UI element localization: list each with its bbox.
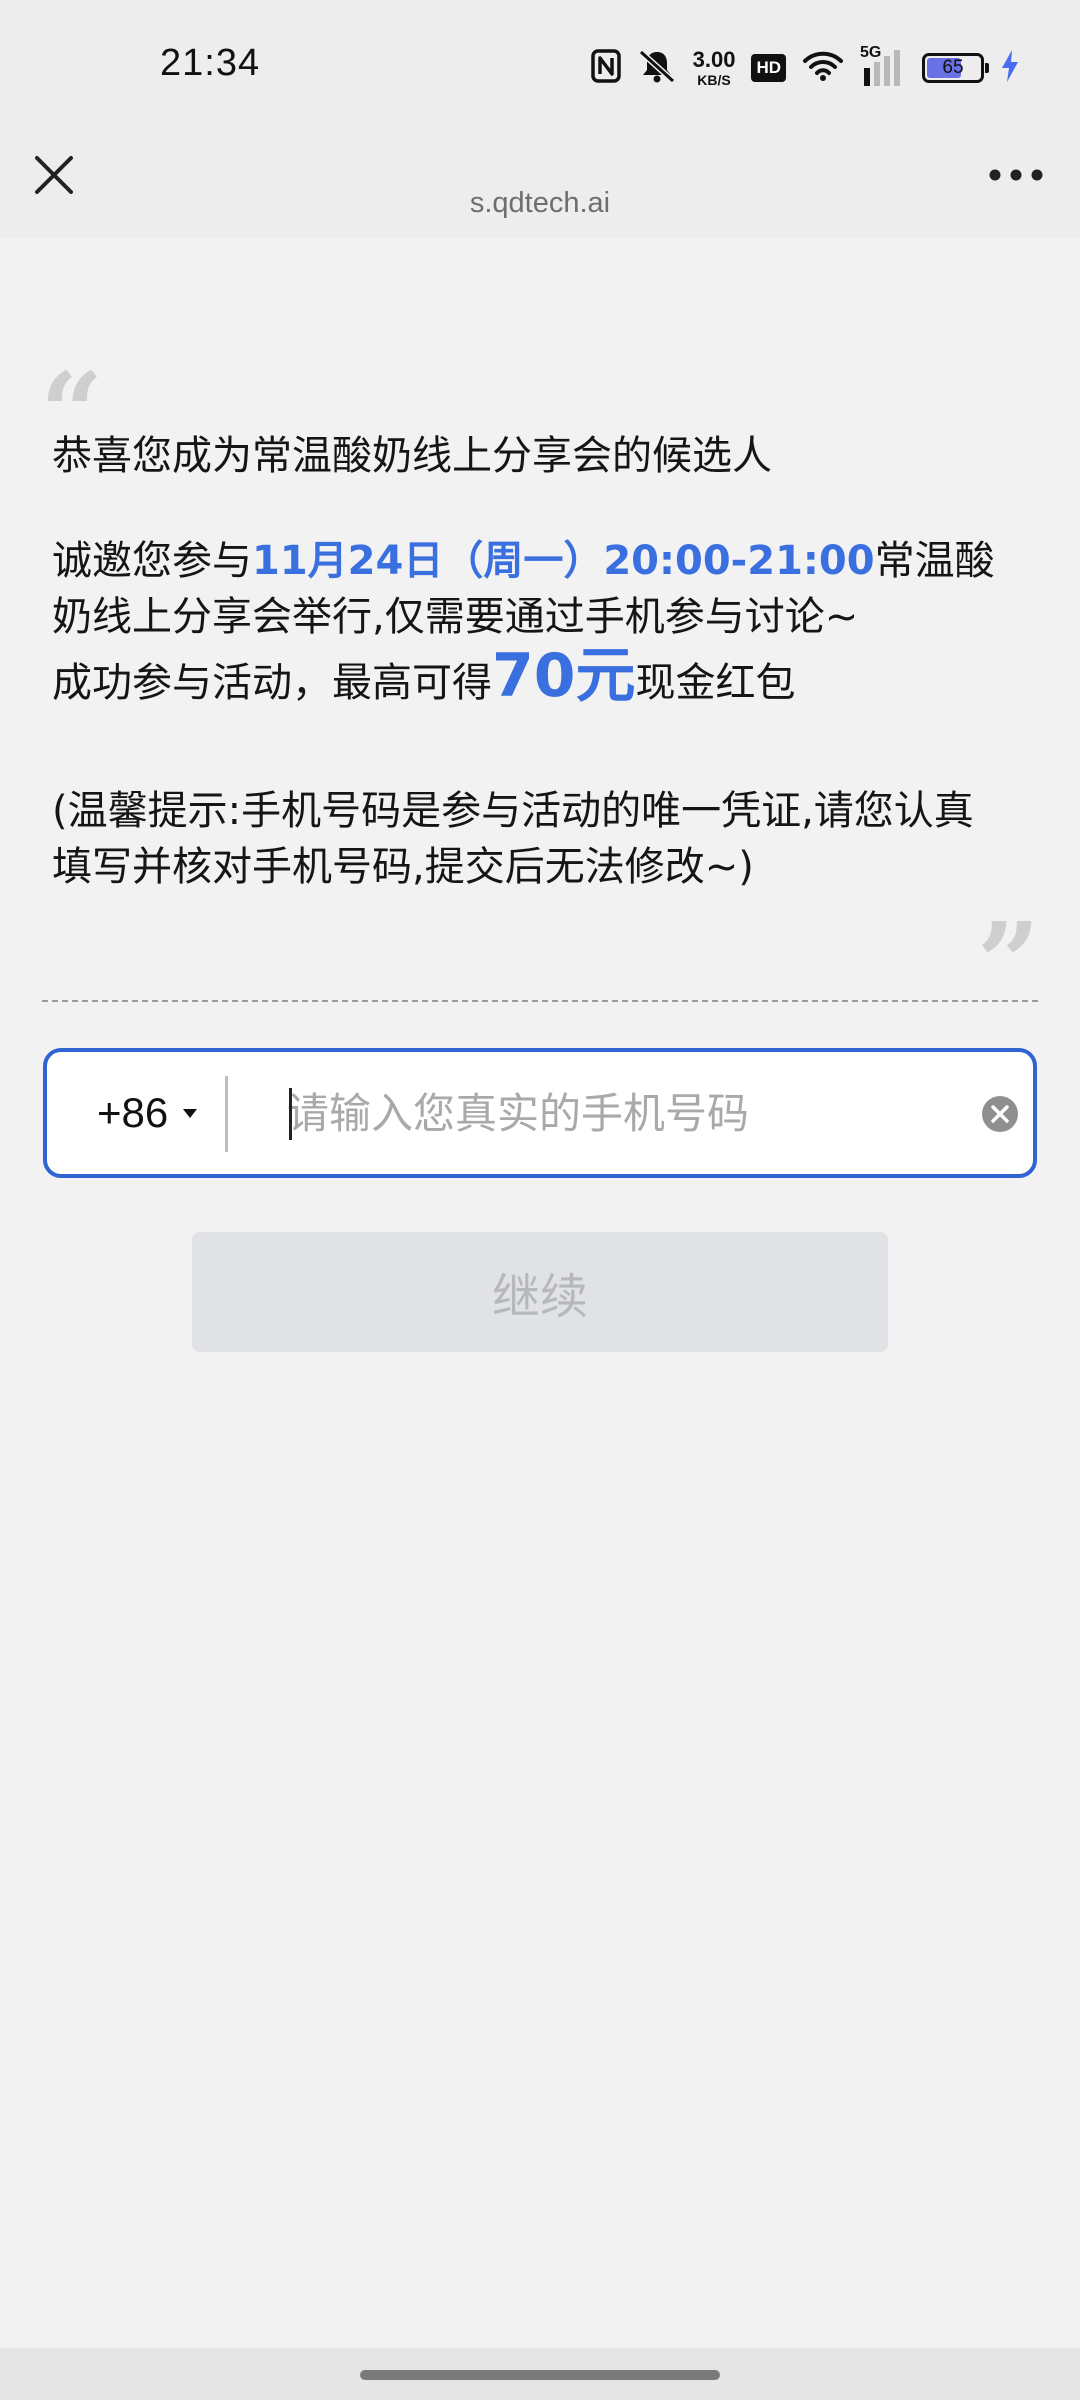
caret-down-icon [183,1109,198,1118]
text-cursor [289,1088,292,1140]
title-bar: s.qdtech.ai [0,135,1080,238]
home-indicator[interactable] [360,2370,720,2380]
message-reward: 成功参与活动，最高可得70元现金红包 [52,646,1012,711]
more-button[interactable] [986,155,1046,195]
country-code-value: +86 [97,1089,169,1136]
message-invitation: 诚邀您参与11月24日（周一）20:00-21:00常温酸奶线上分享会举行,仅需… [52,533,1012,645]
network-speed-value: 3.00 [692,47,736,72]
continue-button[interactable]: 继续 [192,1232,888,1352]
status-bar: 21:34 3.00 KB/S HD 5G 65 [0,0,1080,135]
nfc-icon [590,49,621,87]
event-datetime: 11月24日（周一）20:00-21:00 [252,538,875,584]
reward-amount: 70元 [492,641,636,711]
page-content: “ 恭喜您成为常温酸奶线上分享会的候选人 诚邀您参与11月24日（周一）20:0… [0,238,1080,2348]
message-tip: (温馨提示:手机号码是参与活动的唯一凭证,请您认真填写并核对手机号码,提交后无法… [52,788,974,890]
more-icon [989,169,1043,181]
page-url: s.qdtech.ai [469,187,611,219]
status-icons: 3.00 KB/S HD 5G 65 [590,42,1020,94]
network-speed-unit: KB/S [697,72,731,88]
country-code-select[interactable]: +86 [97,1052,198,1174]
dashed-divider [42,1000,1038,1002]
clear-icon [982,1096,1018,1132]
navigation-bar [0,2348,1080,2400]
status-time: 21:34 [160,42,261,84]
reward-prefix: 成功参与活动，最高可得 [52,660,492,706]
clear-input-button[interactable] [981,1095,1019,1133]
wifi-icon [802,50,844,86]
hd-badge: HD [751,54,786,82]
input-divider [225,1076,228,1152]
battery-icon: 65 [922,53,989,83]
signal-icon: 5G [860,44,906,88]
phone-input[interactable] [287,1076,987,1150]
reward-suffix: 现金红包 [635,660,796,706]
phone-input-group: +86 [43,1048,1037,1178]
charging-icon [1000,49,1020,87]
mute-icon [637,48,677,88]
invitation-prefix: 诚邀您参与 [52,538,252,584]
network-speed: 3.00 KB/S [692,47,736,88]
battery-level: 65 [942,57,964,78]
message-congrats: 恭喜您成为常温酸奶线上分享会的候选人 [52,433,772,479]
